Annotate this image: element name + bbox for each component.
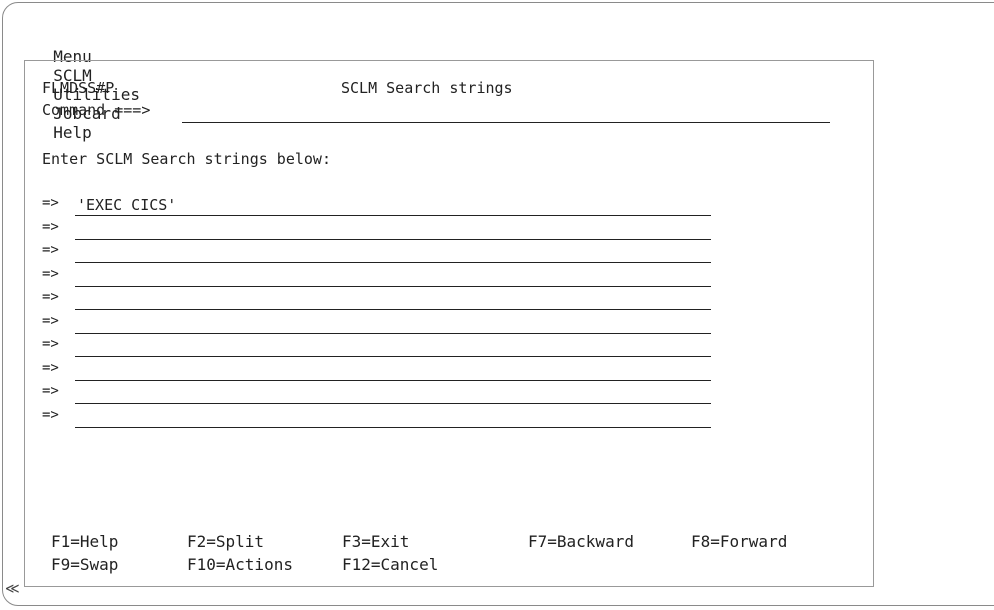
command-input[interactable] [182, 122, 830, 123]
search-prompt: => [42, 242, 59, 258]
search-prompt: => [42, 359, 59, 376]
panel-id: FLMDSS#P [42, 79, 115, 97]
search-string-input[interactable] [75, 309, 711, 310]
fkey-f10-actions[interactable]: F10=Actions [187, 555, 293, 574]
fkey-f1-help[interactable]: F1=Help [51, 532, 118, 551]
panel-border-right [873, 61, 874, 587]
search-prompt: => [42, 312, 59, 329]
search-string-input[interactable]: 'EXEC CICS' [75, 196, 711, 216]
instruction-text: Enter SCLM Search strings below: [42, 150, 331, 168]
fkey-f2-split[interactable]: F2=Split [187, 532, 264, 551]
fkey-f3-exit[interactable]: F3=Exit [342, 532, 409, 551]
search-string-value: 'EXEC CICS' [77, 196, 177, 214]
command-label: Command ===> [42, 101, 151, 119]
panel-title: SCLM Search strings [341, 79, 513, 97]
search-prompt: => [42, 265, 59, 282]
fkey-f9-swap[interactable]: F9=Swap [51, 555, 118, 574]
fkey-f8-forward[interactable]: F8=Forward [691, 532, 787, 551]
search-string-input[interactable] [75, 332, 711, 334]
scroll-left-icon: ≪ [5, 581, 20, 597]
panel-border-bottom: ≪ [5, 581, 874, 597]
search-prompt: => [42, 289, 59, 305]
search-string-input[interactable] [75, 285, 711, 287]
fkey-f12-cancel[interactable]: F12=Cancel [342, 555, 438, 574]
search-prompt: => [42, 406, 59, 423]
search-prompt: => [42, 336, 59, 352]
search-prompt: => [42, 218, 59, 235]
search-panel: ≪ FLMDSS#P SCLM Search strings Command =… [5, 60, 874, 597]
search-prompt: => [42, 195, 59, 211]
search-string-input[interactable] [75, 356, 711, 357]
search-string-input[interactable] [75, 238, 711, 240]
search-string-input[interactable] [75, 379, 711, 381]
search-prompt: => [42, 383, 59, 399]
fkey-f7-backward[interactable]: F7=Backward [528, 532, 634, 551]
search-string-input[interactable] [75, 403, 711, 404]
search-string-input[interactable] [75, 262, 711, 263]
search-string-input[interactable] [75, 426, 711, 428]
